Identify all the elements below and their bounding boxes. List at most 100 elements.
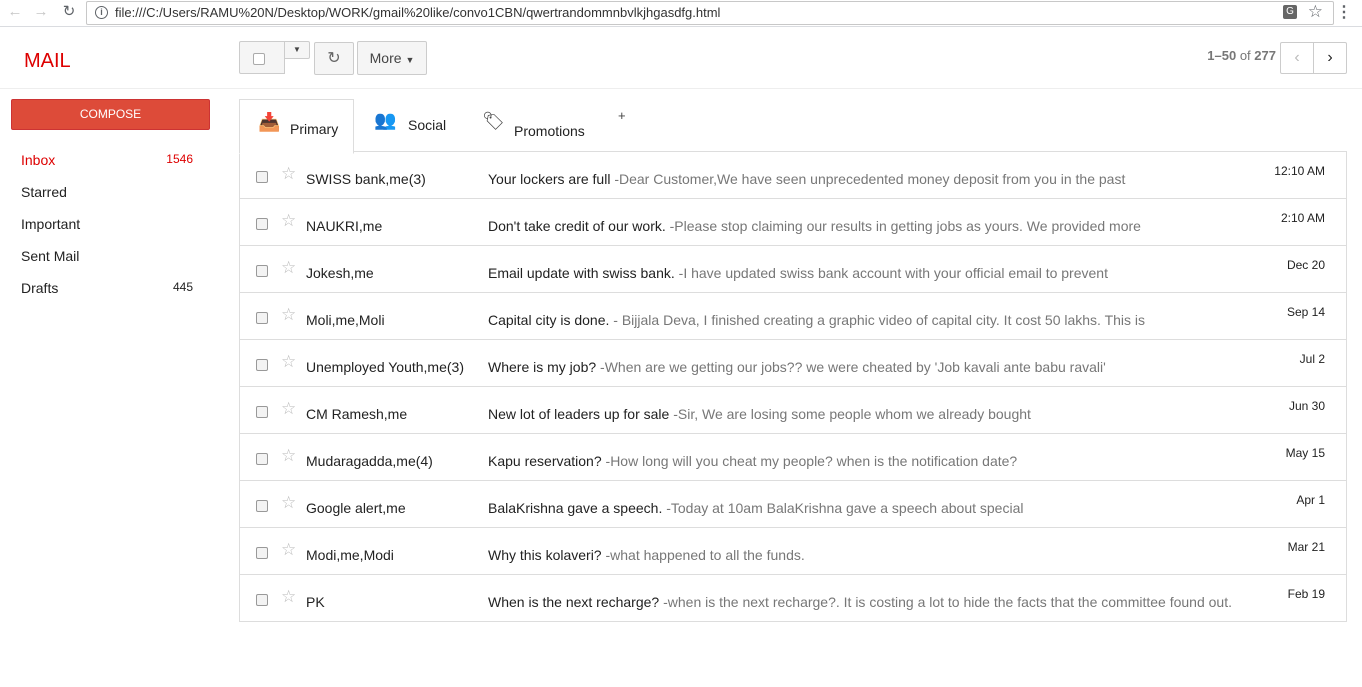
next-page-button[interactable]: › xyxy=(1313,42,1347,74)
url-text[interactable]: file:///C:/Users/RAMU%20N/Desktop/WORK/g… xyxy=(115,5,720,20)
forward-icon[interactable]: → xyxy=(32,3,50,21)
row-date: Sep 14 xyxy=(1286,305,1325,319)
caret-down-icon: ▼ xyxy=(293,45,301,54)
row-sender: PK xyxy=(306,594,325,610)
star-icon[interactable]: ☆ xyxy=(281,446,296,466)
star-icon[interactable]: ☆ xyxy=(281,352,296,372)
star-icon[interactable]: ☆ xyxy=(281,399,296,419)
row-checkbox[interactable] xyxy=(256,359,268,371)
tab-primary[interactable]: 📥 Primary xyxy=(239,99,354,154)
info-icon[interactable]: i xyxy=(95,6,108,19)
row-subject-line: Email update with swiss bank. -I have up… xyxy=(488,265,1108,281)
select-all-control[interactable]: ▼ xyxy=(239,41,310,74)
toolbar-divider xyxy=(0,88,1362,89)
row-subject-line: Kapu reservation? -How long will you che… xyxy=(488,453,1017,469)
row-checkbox[interactable] xyxy=(256,406,268,418)
row-snippet: -Sir, We are losing some people whom we … xyxy=(673,406,1031,422)
back-icon[interactable]: ← xyxy=(6,3,24,21)
row-sender: Unemployed Youth,me(3) xyxy=(306,359,464,375)
browser-menu-icon[interactable]: ⋮ xyxy=(1336,2,1352,22)
star-icon[interactable]: ☆ xyxy=(281,493,296,513)
row-subject-line: Where is my job? -When are we getting ou… xyxy=(488,359,1106,375)
row-snippet: - Bijjala Deva, I finished creating a gr… xyxy=(613,312,1146,328)
star-icon[interactable]: ☆ xyxy=(281,587,296,607)
row-checkbox[interactable] xyxy=(256,312,268,324)
address-bar[interactable]: i file:///C:/Users/RAMU%20N/Desktop/WORK… xyxy=(86,1,1334,25)
row-subject-line: Don't take credit of our work. -Please s… xyxy=(488,218,1141,234)
row-checkbox[interactable] xyxy=(256,594,268,606)
row-date: Feb 19 xyxy=(1287,587,1325,601)
row-sender: Google alert,me xyxy=(306,500,406,516)
row-sender: CM Ramesh,me xyxy=(306,406,408,422)
star-icon[interactable]: ☆ xyxy=(281,540,296,560)
pager-range: 1–50 xyxy=(1207,48,1237,63)
row-checkbox[interactable] xyxy=(256,453,268,465)
tab-social[interactable]: 👥 Social xyxy=(360,99,460,152)
caret-down-icon: ▼ xyxy=(405,55,415,65)
sidebar-item-count: 1546 xyxy=(166,152,193,166)
row-subject-line: Capital city is done. - Bijjala Deva, I … xyxy=(488,312,1145,328)
star-icon[interactable]: ☆ xyxy=(281,305,296,325)
reload-icon[interactable]: ↻ xyxy=(60,3,78,21)
refresh-button[interactable]: ↻ xyxy=(314,42,354,75)
row-checkbox[interactable] xyxy=(256,547,268,559)
sidebar-item-label: Inbox xyxy=(21,152,56,168)
mail-row[interactable]: ☆ Mudaragadda,me(4) Kapu reservation? -H… xyxy=(240,434,1346,481)
row-date: Jun 30 xyxy=(1288,399,1325,413)
pager-total: 277 xyxy=(1254,48,1276,63)
row-snippet: -Dear Customer,We have seen unprecedente… xyxy=(614,171,1126,187)
star-icon[interactable]: ☆ xyxy=(281,211,296,231)
row-checkbox[interactable] xyxy=(256,500,268,512)
row-snippet: -Today at 10am BalaKrishna gave a speech… xyxy=(666,500,1024,516)
mail-row[interactable]: ☆ NAUKRI,me Don't take credit of our wor… xyxy=(240,199,1346,246)
compose-button[interactable]: COMPOSE xyxy=(11,99,210,130)
row-date: 12:10 AM xyxy=(1274,164,1325,178)
row-subject: New lot of leaders up for sale xyxy=(488,406,670,422)
select-dropdown-button[interactable]: ▼ xyxy=(284,41,310,59)
mail-row[interactable]: ☆ Modi,me,Modi Why this kolaveri? -what … xyxy=(240,528,1346,575)
mail-row[interactable]: ☆ CM Ramesh,me New lot of leaders up for… xyxy=(240,387,1346,434)
row-subject: Where is my job? xyxy=(488,359,597,375)
tab-promotions[interactable]: 🏷 Promotions xyxy=(470,99,600,152)
star-icon[interactable]: ☆ xyxy=(281,164,296,184)
row-subject-line: Why this kolaveri? -what happened to all… xyxy=(488,547,805,563)
sidebar-item-label: Important xyxy=(21,216,81,232)
more-label: More xyxy=(369,50,402,66)
row-date: 2:10 AM xyxy=(1280,211,1325,225)
tag-icon: 🏷 xyxy=(482,111,505,131)
row-sender: Jokesh,me xyxy=(306,265,374,281)
select-all-checkbox[interactable] xyxy=(239,41,285,74)
row-checkbox[interactable] xyxy=(256,171,268,183)
mail-row[interactable]: ☆ Unemployed Youth,me(3) Where is my job… xyxy=(240,340,1346,387)
mail-row[interactable]: ☆ SWISS bank,me(3) Your lockers are full… xyxy=(240,152,1346,199)
inbox-icon: 📥 xyxy=(258,112,281,132)
refresh-icon: ↻ xyxy=(327,50,341,67)
translate-icon[interactable]: G xyxy=(1283,5,1297,19)
mail-row[interactable]: ☆ Jokesh,me Email update with swiss bank… xyxy=(240,246,1346,293)
row-checkbox[interactable] xyxy=(256,265,268,277)
bookmark-star-icon[interactable]: ☆ xyxy=(1308,2,1323,22)
sidebar-item-label: Drafts xyxy=(21,280,59,296)
sidebar-item-label: Starred xyxy=(21,184,67,200)
row-subject-line: BalaKrishna gave a speech. -Today at 10a… xyxy=(488,500,1023,516)
row-subject-line: When is the next recharge? -when is the … xyxy=(488,594,1232,610)
checkbox-icon xyxy=(253,53,265,65)
star-icon[interactable]: ☆ xyxy=(281,258,296,278)
row-sender: SWISS bank,me(3) xyxy=(306,171,426,187)
mail-row[interactable]: ☆ Moli,me,Moli Capital city is done. - B… xyxy=(240,293,1346,340)
row-date: Jul 2 xyxy=(1299,352,1325,366)
row-snippet: -When are we getting our jobs?? we were … xyxy=(600,359,1106,375)
row-subject: BalaKrishna gave a speech. xyxy=(488,500,663,516)
row-checkbox[interactable] xyxy=(256,218,268,230)
sidebar-item-count: 445 xyxy=(172,280,193,294)
row-date: Apr 1 xyxy=(1296,493,1325,507)
prev-page-button[interactable]: ‹ xyxy=(1280,42,1314,74)
row-subject: Kapu reservation? xyxy=(488,453,602,469)
mail-row[interactable]: ☆ PK When is the next recharge? -when is… xyxy=(240,575,1346,621)
add-tab-button[interactable]: + xyxy=(618,108,626,123)
tab-label: Promotions xyxy=(514,123,585,139)
mail-row[interactable]: ☆ Google alert,me BalaKrishna gave a spe… xyxy=(240,481,1346,528)
row-snippet: -when is the next recharge?. It is costi… xyxy=(663,594,1232,610)
people-icon: 👥 xyxy=(374,110,397,130)
more-button[interactable]: More ▼ xyxy=(357,41,427,75)
